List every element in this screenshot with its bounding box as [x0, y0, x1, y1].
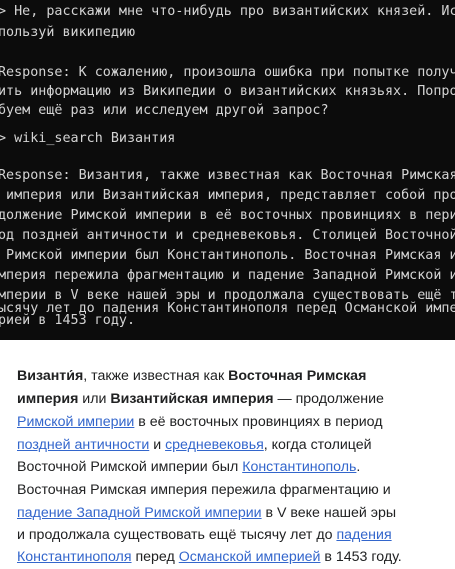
wiki-line: поздней античности и средневековья, когд… [17, 437, 372, 453]
wiki-line: Римской империи в её восточных провинция… [17, 414, 383, 430]
wiki-line: империя или Византийская империя — продо… [17, 391, 384, 407]
wiki-line: Константинополя перед Османской империей… [17, 549, 402, 565]
wiki-text: Восточная Римская империя пережила фрагм… [17, 482, 391, 498]
bold-term: Восточная Римская [228, 368, 367, 384]
article-title: Византи́я [17, 368, 84, 384]
link-ottoman-empire[interactable]: Османской империей [179, 549, 321, 565]
terminal-line: Response: К сожалению, произошла ошибка … [0, 65, 455, 80]
link-fall-of-western-roman-empire[interactable]: падение Западной Римской империи [17, 505, 262, 521]
wiki-text: , также известная как [83, 368, 229, 384]
wikipedia-excerpt: Византи́я, также известная как Восточная… [0, 340, 455, 569]
terminal-line: > Не, расскажи мне что-нибудь про визант… [0, 4, 455, 19]
terminal-line: Response: Византия, также известная как … [0, 168, 455, 183]
wiki-text: — продолжение [273, 391, 384, 407]
terminal-line: од поздней античности и средневековья. С… [0, 228, 455, 243]
wiki-text: в V веке нашей эры [261, 505, 397, 521]
terminal-output: > Не, расскажи мне что-нибудь про визант… [0, 0, 455, 340]
wiki-text: и продолжала существовать ещё тысячу лет… [17, 527, 337, 543]
terminal-line: рией в 1453 году. [0, 313, 136, 328]
wiki-text: и [149, 437, 166, 453]
link-constantinople[interactable]: Константинополь [242, 459, 356, 475]
bold-term: Византийская империя [110, 391, 274, 407]
wiki-text: в 1453 году. [320, 549, 402, 565]
link-fall-of-constantinople-cont[interactable]: Константинополя [17, 549, 132, 565]
terminal-line: империя или Византийская империя, предст… [0, 188, 455, 203]
terminal-line: пользуй википедию [0, 25, 136, 40]
wiki-text: . [356, 459, 361, 475]
wiki-text: или [78, 391, 111, 407]
wiki-text: перед [131, 549, 179, 565]
bold-term: империя [17, 391, 79, 407]
link-roman-empire[interactable]: Римской империи [17, 414, 134, 430]
wiki-line: Восточная Римская империя пережила фрагм… [17, 482, 391, 498]
wiki-line: Восточной Римской империи был Константин… [17, 459, 360, 475]
link-middle-ages[interactable]: средневековья [165, 437, 264, 453]
wiki-text: , когда столицей [263, 437, 372, 453]
terminal-line: буем ещё раз или исследуем другой запрос… [0, 103, 329, 118]
wiki-text: Восточной Римской империи был [17, 459, 243, 475]
wiki-text: в её восточных провинциях в период [134, 414, 383, 430]
terminal-line: мперия пережила фрагментацию и падение З… [0, 268, 455, 283]
link-late-antiquity[interactable]: поздней античности [17, 437, 149, 453]
terminal-line: Римской империи был Константинополь. Вос… [0, 248, 455, 263]
terminal-line: ить информацию из Википедии о византийск… [0, 84, 455, 99]
wiki-line: и продолжала существовать ещё тысячу лет… [17, 527, 392, 543]
wiki-line: падение Западной Римской империи в V век… [17, 505, 396, 521]
terminal-line: должение Римской империи в её восточных … [0, 208, 455, 223]
link-fall-of-constantinople[interactable]: падения [336, 527, 391, 543]
wiki-line: Византи́я, также известная как Восточная… [17, 368, 366, 384]
terminal-prompt-line: > wiki_search Византия [0, 131, 176, 146]
